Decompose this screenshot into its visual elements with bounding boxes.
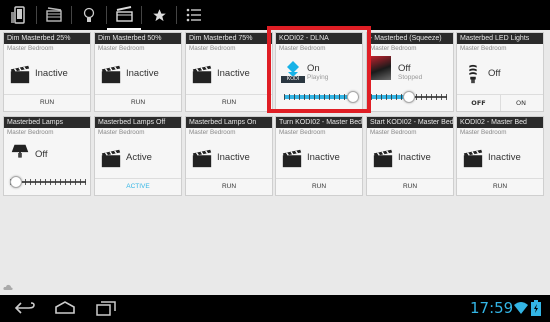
- tile-state: Inactive: [217, 68, 250, 79]
- tile-room: Master Bedroom: [279, 129, 326, 136]
- phone-icon[interactable]: [2, 0, 36, 30]
- clapperboard-icon: [192, 149, 212, 168]
- tile-substate: Stopped: [398, 74, 423, 81]
- run-button[interactable]: RUN: [367, 178, 453, 195]
- clapperboard-icon: [192, 65, 212, 84]
- tile-title: Start KODI02 - Master Bed: [367, 117, 453, 128]
- back-icon[interactable]: [14, 301, 36, 315]
- cloud-icon: [3, 284, 13, 290]
- lamp-icon: [11, 144, 29, 158]
- tile-room: Master Bedroom: [98, 129, 145, 136]
- list-icon[interactable]: [177, 0, 211, 30]
- album-art-icon: [371, 56, 391, 80]
- top-nav-bar: [0, 0, 550, 30]
- tile-room: Master Bedroom: [98, 45, 145, 52]
- off-button[interactable]: OFF: [457, 94, 501, 111]
- tile-state: Inactive: [488, 152, 521, 163]
- switch-tile-led-lights[interactable]: Masterbed LED Lights Master Bedroom Off …: [456, 32, 544, 112]
- run-button[interactable]: RUN: [457, 178, 543, 195]
- scene-tile-dim-25[interactable]: Dim Masterbed 25% Master Bedroom Inactiv…: [3, 32, 91, 112]
- run-button[interactable]: RUN: [95, 94, 181, 111]
- tile-room: Master Bedroom: [370, 129, 417, 136]
- run-button[interactable]: RUN: [276, 178, 362, 195]
- tile-title: Dim Masterbed 50%: [95, 33, 181, 44]
- run-button[interactable]: RUN: [186, 178, 272, 195]
- battery-icon: [531, 300, 541, 316]
- tile-state: Off: [398, 63, 411, 74]
- clapperboard-icon[interactable]: [107, 0, 141, 30]
- clapperboard-icon: [282, 149, 302, 168]
- tile-state: Inactive: [398, 152, 431, 163]
- tile-title: KODI02 - Master Bed: [457, 117, 543, 128]
- dimmer-tile-lamps[interactable]: Masterbed Lamps Master Bedroom Off: [3, 116, 91, 196]
- on-button[interactable]: ON: [499, 94, 543, 111]
- system-nav-bar: 17:59: [0, 295, 550, 322]
- scene-tile-turn-kodi[interactable]: Turn KODI02 - Master Bed Master Bedroom …: [275, 116, 363, 196]
- tile-room: Master Bedroom: [189, 129, 236, 136]
- scene-tile-lamps-off[interactable]: Masterbed Lamps Off Master Bedroom Activ…: [94, 116, 182, 196]
- tile-state: On: [307, 63, 320, 74]
- tile-room: Master Bedroom: [7, 45, 54, 52]
- scene-tile-dim-75[interactable]: Dim Masterbed 75% Master Bedroom Inactiv…: [185, 32, 273, 112]
- slider-knob[interactable]: [403, 91, 415, 103]
- brightness-slider[interactable]: [10, 176, 86, 188]
- tile-title: Masterbed Lamps Off: [95, 117, 181, 128]
- tile-title: Masterbed Lamps: [4, 117, 90, 128]
- tile-state: Off: [35, 149, 48, 160]
- volume-slider[interactable]: [284, 91, 359, 103]
- tile-room: Master Bedroom: [460, 45, 507, 52]
- media-tile-squeeze[interactable]: - Masterbed (Squeeze) Master Bedroom Off…: [366, 32, 454, 112]
- tile-state: Inactive: [217, 152, 250, 163]
- tile-state: Active: [126, 152, 152, 163]
- scene-tile-dim-50[interactable]: Dim Masterbed 50% Master Bedroom Inactiv…: [94, 32, 182, 112]
- tile-substate: Playing: [307, 74, 329, 81]
- clapperboard-icon: [463, 149, 483, 168]
- tile-title: Turn KODI02 - Master Bed: [276, 117, 362, 128]
- active-button[interactable]: ACTIVE: [95, 178, 181, 195]
- kodi-logo-icon: KODI: [281, 60, 305, 84]
- wifi-icon: [514, 302, 528, 314]
- clapperboard-icon: [10, 65, 30, 84]
- bulb-icon[interactable]: [72, 0, 106, 30]
- tile-state: Inactive: [307, 152, 340, 163]
- clapperboard-icon: [373, 149, 393, 168]
- tile-room: Master Bedroom: [7, 129, 54, 136]
- recent-apps-icon[interactable]: [96, 301, 116, 316]
- tile-room: Master Bedroom: [370, 45, 417, 52]
- clapperboard-icon: [101, 149, 121, 168]
- tile-title: Masterbed Lamps On: [186, 117, 272, 128]
- run-button[interactable]: RUN: [186, 94, 272, 111]
- tile-room: Master Bedroom: [460, 129, 507, 136]
- tile-title: - Masterbed (Squeeze): [367, 33, 453, 44]
- media-tile-kodi-dlna[interactable]: KODI02 - DLNA Master Bedroom KODI On Pla…: [275, 32, 363, 112]
- run-button[interactable]: RUN: [4, 94, 90, 111]
- cfl-bulb-icon: [469, 64, 477, 84]
- status-clock: 17:59: [470, 299, 514, 317]
- scene-tile-lamps-on[interactable]: Masterbed Lamps On Master Bedroom Inacti…: [185, 116, 273, 196]
- volume-slider[interactable]: [371, 91, 447, 103]
- tile-state: Inactive: [126, 68, 159, 79]
- tile-title: Dim Masterbed 25%: [4, 33, 90, 44]
- tile-state: Off: [488, 68, 501, 79]
- tile-title: Masterbed LED Lights: [457, 33, 543, 44]
- tile-title: KODI02 - DLNA: [276, 33, 362, 44]
- clapperboard-icon: [101, 65, 121, 84]
- scene-tile-kodi-master-bed[interactable]: KODI02 - Master Bed Master Bedroom Inact…: [456, 116, 544, 196]
- star-icon[interactable]: [142, 0, 176, 30]
- scene-tile-start-kodi[interactable]: Start KODI02 - Master Bed Master Bedroom…: [366, 116, 454, 196]
- tile-title: Dim Masterbed 75%: [186, 33, 272, 44]
- slider-knob[interactable]: [10, 176, 22, 188]
- tile-state: Inactive: [35, 68, 68, 79]
- film-icon[interactable]: [37, 0, 71, 30]
- slider-knob[interactable]: [347, 91, 359, 103]
- kodi-logo-text: KODI: [281, 76, 305, 83]
- tile-room: Master Bedroom: [279, 45, 326, 52]
- home-icon[interactable]: [54, 301, 76, 315]
- tile-room: Master Bedroom: [189, 45, 236, 52]
